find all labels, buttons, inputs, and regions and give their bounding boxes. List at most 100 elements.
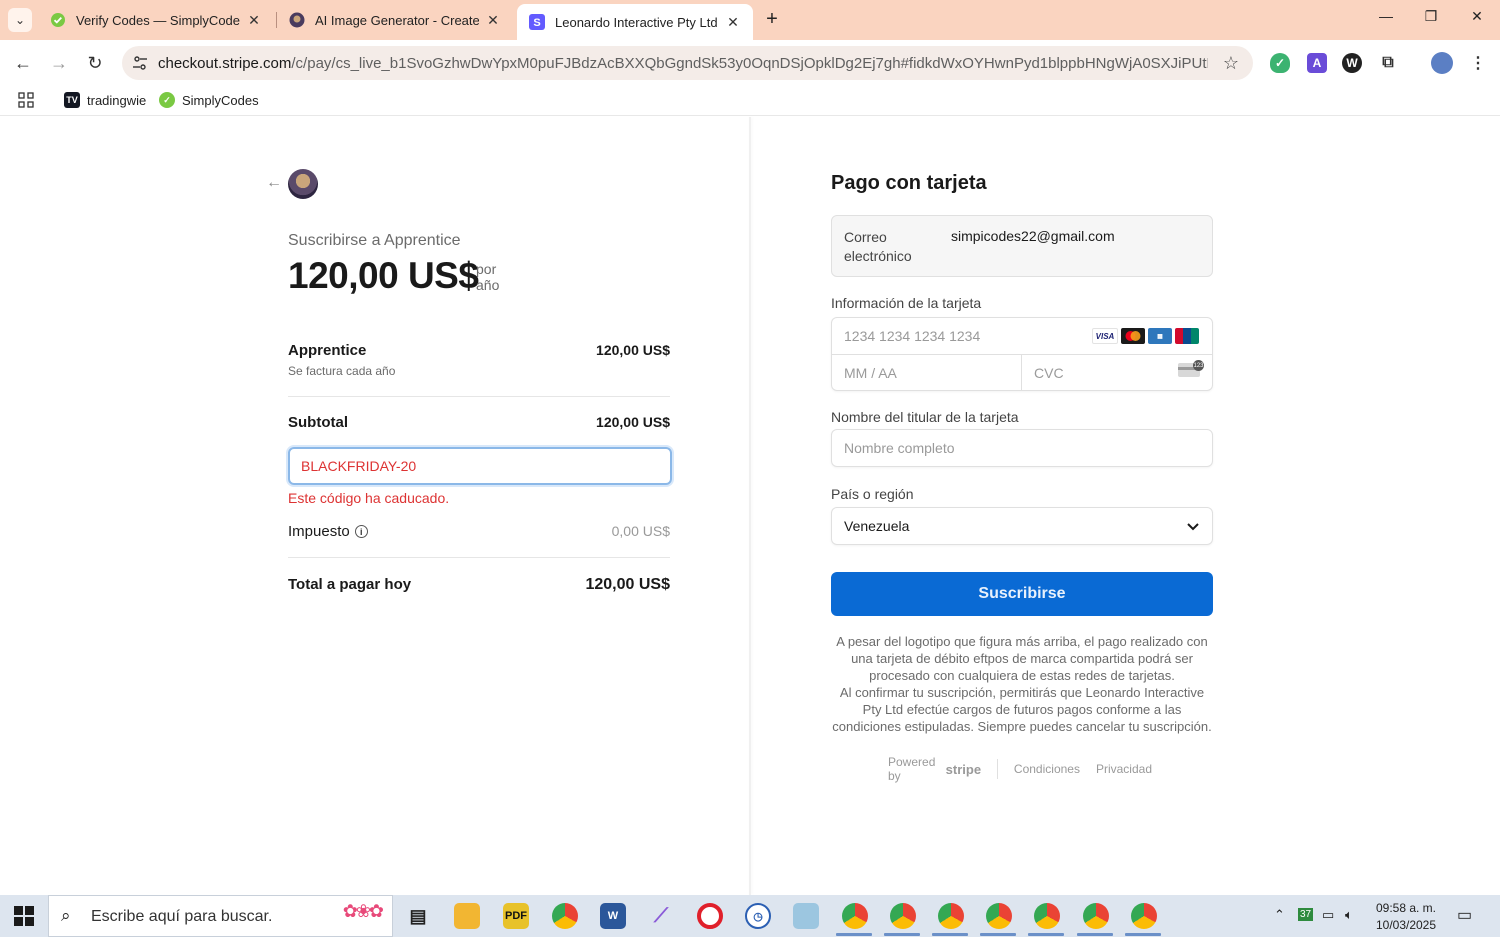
stripe-footer: Powered by stripe Condiciones Privacidad xyxy=(888,755,1168,783)
chrome-profile-icon[interactable] xyxy=(986,903,1012,929)
back-icon[interactable]: ← xyxy=(12,52,34,74)
billing-period: por año xyxy=(476,261,500,293)
card-input-group: 1234 1234 1234 1234 VISA ▦ MM / AA CVC 1… xyxy=(831,317,1213,391)
tab-strip: ⌄ Verify Codes — SimplyCodes ✕ AI Image … xyxy=(0,0,1500,40)
extensions-puzzle-icon[interactable]: ⧉ xyxy=(1378,53,1398,73)
minimize-icon[interactable]: — xyxy=(1376,8,1396,24)
chrome-profile-icon[interactable] xyxy=(1131,903,1157,929)
tax-label-wrap: Impuesto i xyxy=(288,523,368,540)
flowers-icon: ✿❀✿ xyxy=(342,901,384,921)
bookmark-label: tradingwie xyxy=(87,92,147,108)
clock-time: 09:58 a. m. xyxy=(1375,901,1437,915)
tab-simplycodes[interactable]: Verify Codes — SimplyCodes ✕ xyxy=(38,4,274,36)
chrome-profile-icon[interactable] xyxy=(890,903,916,929)
chrome-profile-icon[interactable] xyxy=(938,903,964,929)
close-tab-icon[interactable]: ✕ xyxy=(485,12,501,29)
mastercard-icon xyxy=(1121,328,1145,344)
active-indicator xyxy=(1028,933,1064,936)
tax-value: 0,00 US$ xyxy=(611,523,670,539)
bookmark-tradingview[interactable]: TV tradingwie xyxy=(64,92,146,108)
w-extension-icon[interactable]: W xyxy=(1342,53,1362,73)
payment-heading: Pago con tarjeta xyxy=(831,172,987,194)
holder-name-input[interactable]: Nombre completo xyxy=(831,429,1213,467)
word-icon[interactable]: W xyxy=(600,903,626,929)
active-indicator xyxy=(836,933,872,936)
a-extension-icon[interactable]: A xyxy=(1307,53,1327,73)
volume-icon[interactable]: 🔈︎ xyxy=(1345,907,1353,923)
notes-app-icon[interactable] xyxy=(793,903,819,929)
new-tab-icon[interactable]: + xyxy=(760,8,784,32)
feather-app-icon[interactable]: ⟋ xyxy=(648,903,674,929)
country-select[interactable]: Venezuela xyxy=(831,507,1213,545)
terms-link[interactable]: Condiciones xyxy=(1014,762,1080,776)
address-bar[interactable]: checkout.stripe.com/c/pay/cs_live_b1SvoG… xyxy=(122,46,1253,80)
opera-icon[interactable] xyxy=(697,903,723,929)
subtotal-row: Subtotal 120,00 US$ xyxy=(288,414,670,431)
close-tab-icon[interactable]: ✕ xyxy=(725,14,741,31)
holder-label: Nombre del titular de la tarjeta xyxy=(831,409,1019,425)
cvc-input[interactable]: CVC xyxy=(1034,365,1064,381)
search-placeholder: Escribe aquí para buscar. xyxy=(91,908,273,925)
country-value: Venezuela xyxy=(844,518,910,534)
close-tab-icon[interactable]: ✕ xyxy=(246,12,262,29)
unionpay-icon xyxy=(1175,328,1199,344)
clock-date: 10/03/2025 xyxy=(1375,918,1437,932)
chrome-icon[interactable] xyxy=(552,903,578,929)
clock-app-icon[interactable]: ◷ xyxy=(745,903,771,929)
tab-stripe-checkout[interactable]: S Leonardo Interactive Pty Ltd ✕ xyxy=(517,4,753,40)
taskbar: ⌕ Escribe aquí para buscar. ✿❀✿ ▤ PDF W … xyxy=(0,895,1500,937)
restore-icon[interactable]: ❐ xyxy=(1421,8,1441,25)
active-indicator xyxy=(980,933,1016,936)
profile-avatar-icon[interactable] xyxy=(1431,52,1453,74)
tab-search-chevron-icon[interactable]: ⌄ xyxy=(8,8,32,32)
expiry-input[interactable]: MM / AA xyxy=(844,365,897,381)
tab-title: Verify Codes — SimplyCodes xyxy=(76,12,240,28)
item-price: 120,00 US$ xyxy=(596,342,670,358)
chrome-profile-icon[interactable] xyxy=(1083,903,1109,929)
pdf-app-icon[interactable]: PDF xyxy=(503,903,529,929)
windows-start-icon[interactable] xyxy=(14,906,34,926)
stripe-logo[interactable]: stripe xyxy=(946,762,981,777)
tray-chevron-up-icon[interactable]: ⌃ xyxy=(1274,907,1285,923)
email-display: Correo electrónico simpicodes22@gmail.co… xyxy=(831,215,1213,277)
task-view-icon[interactable]: ▤ xyxy=(405,903,431,929)
country-label: País o región xyxy=(831,486,914,502)
tax-label: Impuesto xyxy=(288,523,350,540)
menu-kebab-icon[interactable]: ⋮ xyxy=(1468,53,1488,73)
promo-code-input[interactable]: BLACKFRIDAY-20 xyxy=(288,447,672,485)
subscribe-label: Suscribirse a Apprentice xyxy=(288,232,461,249)
bookmark-simplycodes[interactable]: ✓ SimplyCodes xyxy=(159,92,259,108)
back-arrow-icon[interactable]: ← xyxy=(266,174,282,192)
network-icon[interactable]: ▭ xyxy=(1322,907,1334,923)
chrome-profile-icon[interactable] xyxy=(842,903,868,929)
taskbar-search[interactable]: ⌕ Escribe aquí para buscar. ✿❀✿ xyxy=(48,895,393,937)
site-settings-icon[interactable] xyxy=(132,55,148,71)
tax-row: Impuesto i 0,00 US$ xyxy=(288,523,670,540)
bookmark-star-icon[interactable]: ☆ xyxy=(1223,53,1239,74)
file-explorer-icon[interactable] xyxy=(454,903,480,929)
line-item: Apprentice Se factura cada año 120,00 US… xyxy=(288,342,670,378)
total-value: 120,00 US$ xyxy=(585,576,670,593)
apps-grid-icon[interactable] xyxy=(18,92,34,108)
simplycodes-icon xyxy=(50,12,66,28)
tab-leonardo-ai[interactable]: AI Image Generator - Create Art ✕ xyxy=(277,4,513,36)
legal-text: A pesar del logotipo que figura más arri… xyxy=(831,633,1213,735)
price: 120,00 US$ xyxy=(288,255,479,296)
total-row: Total a pagar hoy 120,00 US$ xyxy=(288,576,670,594)
notifications-icon[interactable]: ▭ xyxy=(1457,905,1472,925)
leonardo-icon xyxy=(289,12,305,28)
privacy-link[interactable]: Privacidad xyxy=(1096,762,1152,776)
close-window-icon[interactable]: ✕ xyxy=(1467,8,1487,25)
forward-icon[interactable]: → xyxy=(48,52,70,74)
card-number-input[interactable]: 1234 1234 1234 1234 xyxy=(844,328,980,344)
info-icon[interactable]: i xyxy=(354,525,368,538)
divider xyxy=(288,557,670,558)
shield-extension-icon[interactable]: ✓ xyxy=(1270,53,1290,73)
subscribe-button[interactable]: Suscribirse xyxy=(831,572,1213,616)
temperature-badge[interactable]: 37 xyxy=(1298,908,1314,921)
item-name: Apprentice xyxy=(288,342,367,359)
chrome-profile-icon[interactable] xyxy=(1034,903,1060,929)
subtotal-label: Subtotal xyxy=(288,414,348,431)
system-clock[interactable]: 09:58 a. m. 10/03/2025 xyxy=(1370,900,1442,934)
reload-icon[interactable]: ↻ xyxy=(84,52,106,74)
